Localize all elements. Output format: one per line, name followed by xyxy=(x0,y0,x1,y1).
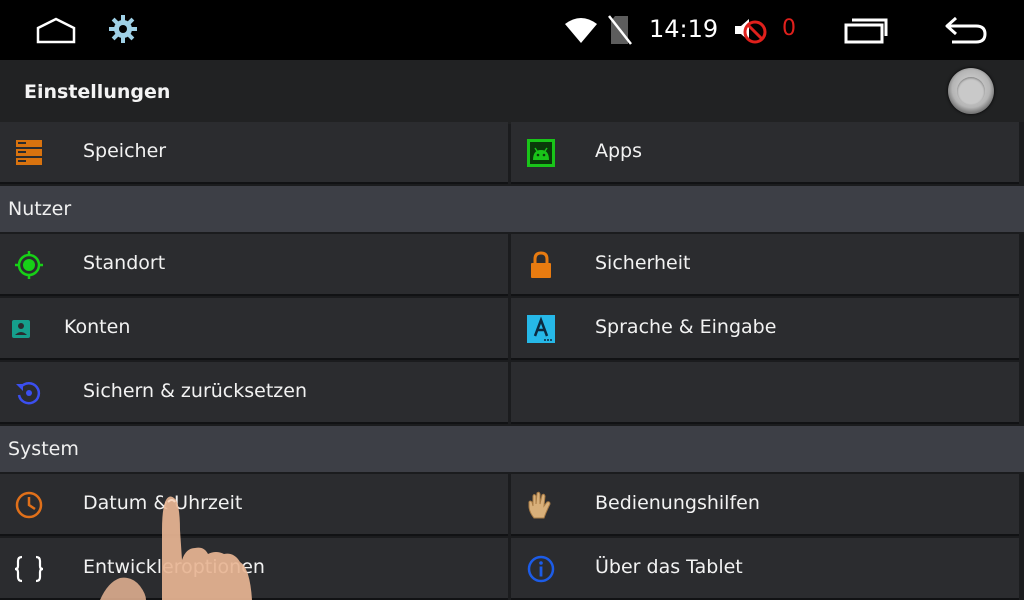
lock-icon xyxy=(531,251,551,278)
pointing-hand-overlay xyxy=(100,496,252,600)
clock-time: 14:19 xyxy=(649,15,719,43)
storage-icon xyxy=(16,140,42,165)
divider xyxy=(1019,122,1024,184)
clock-icon xyxy=(15,491,43,519)
no-sim-icon xyxy=(608,15,632,45)
settings-item-label: Apps xyxy=(595,140,643,162)
title-bar: Einstellungen xyxy=(0,60,1024,124)
divider xyxy=(1019,538,1024,600)
recent-apps-icon[interactable] xyxy=(844,16,888,44)
settings-item-label: Standort xyxy=(83,252,166,274)
section-header-system: System xyxy=(0,426,1024,472)
settings-item-label: Sprache & Eingabe xyxy=(595,316,777,338)
settings-item-label: Bedienungshilfen xyxy=(595,492,760,514)
settings-item-sprache-eingabe[interactable]: Sprache & Eingabe xyxy=(511,298,1019,360)
location-icon xyxy=(15,251,43,279)
language-icon xyxy=(527,315,555,343)
section-header-nutzer: Nutzer xyxy=(0,186,1024,232)
status-bar: 14:19 0 xyxy=(0,0,1024,60)
notification-count: 0 xyxy=(782,16,796,41)
settings-item-apps[interactable]: Apps xyxy=(511,122,1019,184)
gear-icon[interactable] xyxy=(108,14,138,44)
wifi-icon xyxy=(565,18,597,43)
page-title: Einstellungen xyxy=(24,81,171,103)
volume-muted-icon[interactable] xyxy=(732,15,772,45)
settings-item-ueber-das-tablet[interactable]: Über das Tablet xyxy=(511,538,1019,600)
braces-icon xyxy=(14,555,44,583)
section-title: System xyxy=(8,438,79,460)
settings-item-label: Über das Tablet xyxy=(595,556,743,578)
backup-reset-icon xyxy=(16,382,41,405)
settings-item-konten[interactable]: Konten xyxy=(0,298,508,360)
divider xyxy=(1019,474,1024,536)
divider xyxy=(1019,298,1024,360)
empty-cell xyxy=(511,362,1019,424)
hand-icon xyxy=(528,491,551,519)
settings-item-sicherheit[interactable]: Sicherheit xyxy=(511,234,1019,296)
settings-item-label: Sichern & zurücksetzen xyxy=(83,380,307,402)
account-icon xyxy=(12,320,30,338)
floating-home-button[interactable] xyxy=(948,68,994,114)
settings-item-standort[interactable]: Standort xyxy=(0,234,508,296)
settings-item-label: Konten xyxy=(64,316,131,338)
divider xyxy=(1019,362,1024,424)
home-outline-icon[interactable] xyxy=(36,16,76,46)
section-title: Nutzer xyxy=(8,198,72,220)
settings-item-label: Speicher xyxy=(83,140,167,162)
settings-item-bedienungshilfen[interactable]: Bedienungshilfen xyxy=(511,474,1019,536)
settings-item-sichern-zuruecksetzen[interactable]: Sichern & zurücksetzen xyxy=(0,362,508,424)
info-icon xyxy=(527,555,555,583)
back-arrow-icon[interactable] xyxy=(944,14,988,46)
android-apps-icon xyxy=(527,139,555,167)
settings-item-label: Sicherheit xyxy=(595,252,691,274)
divider xyxy=(1019,234,1024,296)
settings-item-speicher[interactable]: Speicher xyxy=(0,122,508,184)
